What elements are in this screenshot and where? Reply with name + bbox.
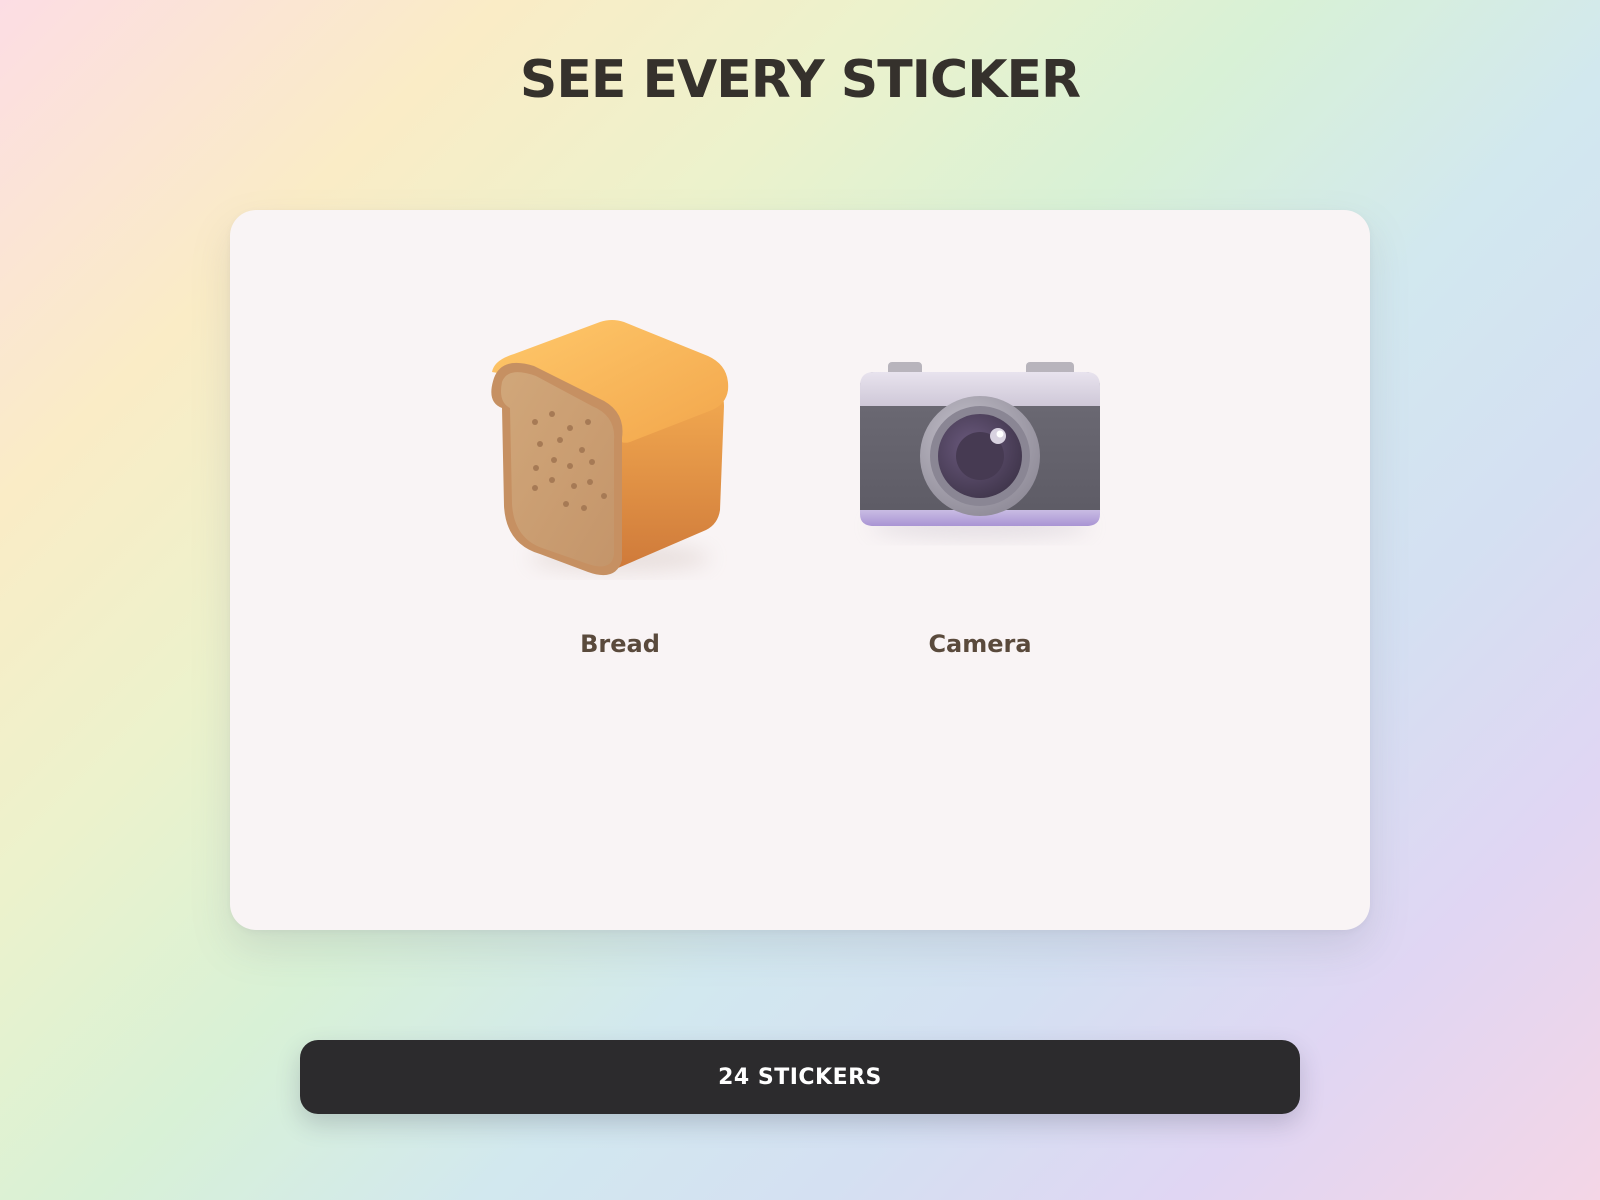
bread-icon — [491, 320, 729, 576]
sticker-panel: Bread Camera — [230, 210, 1370, 930]
page-title: SEE EVERY STICKER — [519, 50, 1081, 110]
sticker-label-camera: Camera — [928, 630, 1032, 658]
sticker-card-bread[interactable]: Bread — [480, 320, 760, 660]
sticker-count-button[interactable]: 24 STICKERS — [300, 1040, 1300, 1114]
sticker-label-bread: Bread — [580, 630, 660, 658]
camera-icon — [860, 362, 1100, 538]
sticker-card-camera[interactable]: Camera — [840, 320, 1120, 660]
